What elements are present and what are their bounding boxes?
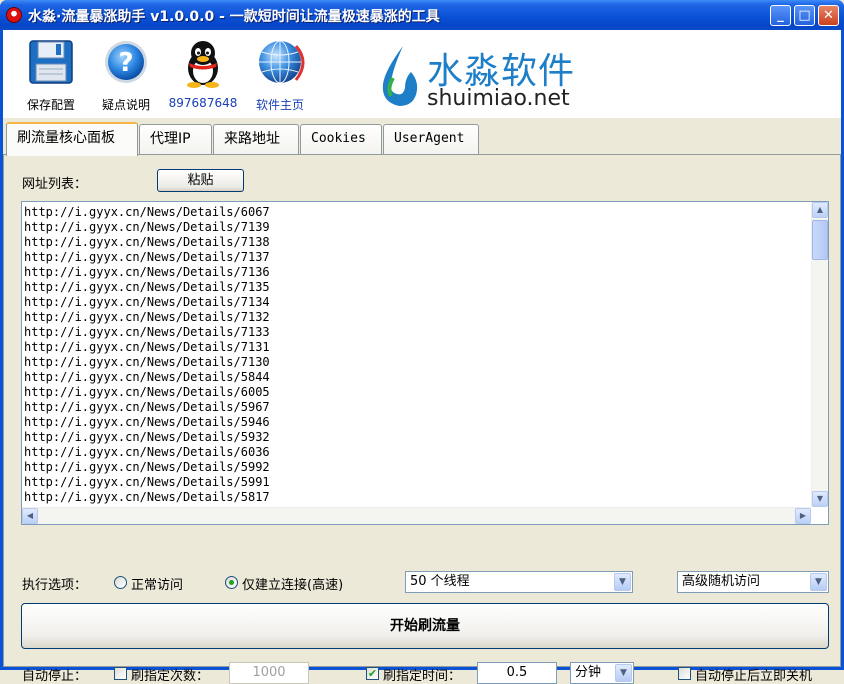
url-line: http://i.gyyx.cn/News/Details/5967 [24, 400, 270, 414]
url-line: http://i.gyyx.cn/News/Details/6036 [24, 445, 270, 459]
tab-core-panel[interactable]: 刷流量核心面板 [6, 122, 138, 156]
url-list-label: 网址列表： [22, 177, 88, 192]
threads-value: 50 个线程 [410, 574, 470, 589]
time-input[interactable]: 0.5 [477, 662, 557, 684]
maximize-button[interactable]: □ [794, 5, 815, 26]
count-input[interactable]: 1000 [229, 662, 309, 684]
close-button[interactable]: ✕ [818, 5, 839, 26]
url-line: http://i.gyyx.cn/News/Details/7138 [24, 235, 270, 249]
time-checkbox[interactable]: ✔ [366, 667, 379, 680]
help-icon: ? [102, 38, 150, 90]
tab-proxy-ip[interactable]: 代理IP [139, 124, 212, 154]
url-line: http://i.gyyx.cn/News/Details/7139 [24, 220, 270, 234]
visit-mode-select[interactable]: 高级随机访问 ▼ [677, 571, 829, 593]
connect-only-radio[interactable] [225, 576, 238, 589]
qq-number-label: 897687648 [168, 96, 238, 110]
brand-logo[interactable]: 水淼软件 shuimiao.net [375, 36, 675, 116]
url-line: http://i.gyyx.cn/News/Details/7133 [24, 325, 270, 339]
auto-stop-label: 自动停止： [22, 669, 88, 684]
url-list-content: http://i.gyyx.cn/News/Details/6067 http:/… [24, 205, 810, 505]
minimize-button[interactable]: _ [770, 5, 791, 26]
chevron-down-icon[interactable]: ▼ [615, 664, 632, 682]
scroll-right-button[interactable]: ▶ [795, 508, 811, 524]
tab-strip: 刷流量核心面板 代理IP 来路地址 Cookies UserAgent [3, 122, 841, 156]
chevron-down-icon[interactable]: ▼ [810, 573, 827, 591]
tab-referer[interactable]: 来路地址 [213, 124, 299, 154]
normal-visit-radio[interactable] [114, 576, 127, 589]
window-title: 水淼·流量暴涨助手 v1.0.0.0 - 一款短时间让流量极速暴涨的工具 [28, 9, 440, 25]
url-line: http://i.gyyx.cn/News/Details/5844 [24, 370, 270, 384]
vertical-scroll-thumb[interactable] [812, 220, 828, 260]
connect-only-label[interactable]: 仅建立连接(高速) [242, 574, 343, 593]
scroll-left-button[interactable]: ◀ [22, 508, 38, 524]
vertical-scrollbar[interactable]: ▲ ▼ [811, 202, 828, 507]
homepage-button[interactable]: 软件主页 [245, 38, 315, 113]
scroll-up-button[interactable]: ▲ [812, 202, 828, 218]
help-label: 疑点说明 [101, 98, 150, 112]
normal-visit-label[interactable]: 正常访问 [131, 574, 183, 593]
url-line: http://i.gyyx.cn/News/Details/7136 [24, 265, 270, 279]
save-config-button[interactable]: 保存配置 [16, 38, 86, 113]
url-line: http://i.gyyx.cn/News/Details/5817 [24, 490, 270, 504]
app-window: 水淼·流量暴涨助手 v1.0.0.0 - 一款短时间让流量极速暴涨的工具 _ □… [0, 0, 844, 684]
tab-cookies[interactable]: Cookies [300, 124, 382, 154]
count-checkbox[interactable] [114, 667, 127, 680]
globe-icon [256, 38, 305, 90]
help-button[interactable]: ? 疑点说明 [91, 38, 161, 113]
time-check-label[interactable]: 刷指定时间： [383, 665, 461, 684]
time-unit-value: 分钟 [575, 665, 602, 680]
toolbar: 保存配置 ? 疑点说明 897687648 软件主页 水淼软件 shuimiao… [3, 30, 841, 118]
url-line: http://i.gyyx.cn/News/Details/7137 [24, 250, 270, 264]
qq-contact-button[interactable]: 897687648 [168, 38, 238, 110]
exec-options-label: 执行选项： [22, 578, 88, 593]
threads-select[interactable]: 50 个线程 ▼ [405, 571, 633, 593]
url-line: http://i.gyyx.cn/News/Details/6005 [24, 385, 270, 399]
shutdown-label[interactable]: 自动停止后立即关机 [695, 665, 812, 684]
horizontal-scrollbar[interactable]: ◀ ▶ [22, 507, 811, 524]
scroll-down-button[interactable]: ▼ [812, 491, 828, 507]
title-bar[interactable]: 水淼·流量暴涨助手 v1.0.0.0 - 一款短时间让流量极速暴涨的工具 _ □… [0, 0, 844, 30]
url-line: http://i.gyyx.cn/News/Details/7135 [24, 280, 270, 294]
time-unit-select[interactable]: 分钟 ▼ [570, 662, 634, 684]
url-line: http://i.gyyx.cn/News/Details/7134 [24, 295, 270, 309]
tab-useragent[interactable]: UserAgent [383, 124, 479, 154]
url-line: http://i.gyyx.cn/News/Details/6067 [24, 205, 270, 219]
floppy-disk-icon [27, 38, 75, 90]
app-icon[interactable] [6, 7, 22, 23]
client-area: 保存配置 ? 疑点说明 897687648 软件主页 水淼软件 shuimiao… [3, 30, 841, 684]
shutdown-checkbox[interactable] [678, 667, 691, 680]
url-line: http://i.gyyx.cn/News/Details/5932 [24, 430, 270, 444]
visit-mode-value: 高级随机访问 [682, 574, 761, 589]
url-line: http://i.gyyx.cn/News/Details/7131 [24, 340, 270, 354]
qq-penguin-icon [179, 38, 227, 90]
water-drop-icon [382, 46, 418, 106]
url-line: http://i.gyyx.cn/News/Details/5946 [24, 415, 270, 429]
save-config-label: 保存配置 [26, 98, 75, 112]
url-line: http://i.gyyx.cn/News/Details/7132 [24, 310, 270, 324]
paste-button[interactable]: 粘贴 [157, 169, 244, 192]
url-line: http://i.gyyx.cn/News/Details/5992 [24, 460, 270, 474]
url-line: http://i.gyyx.cn/News/Details/5991 [24, 475, 270, 489]
start-button[interactable]: 开始刷流量 [21, 603, 829, 649]
core-panel: 网址列表： 粘贴 http://i.gyyx.cn/News/Details/6… [3, 154, 841, 684]
homepage-label: 软件主页 [255, 98, 304, 112]
svg-text:?: ? [118, 48, 133, 78]
count-check-label[interactable]: 刷指定次数： [131, 665, 209, 684]
brand-url: shuimiao.net [427, 86, 570, 111]
chevron-down-icon[interactable]: ▼ [614, 573, 631, 591]
url-line: http://i.gyyx.cn/News/Details/7130 [24, 355, 270, 369]
url-list-textarea[interactable]: http://i.gyyx.cn/News/Details/6067 http:/… [21, 201, 829, 525]
